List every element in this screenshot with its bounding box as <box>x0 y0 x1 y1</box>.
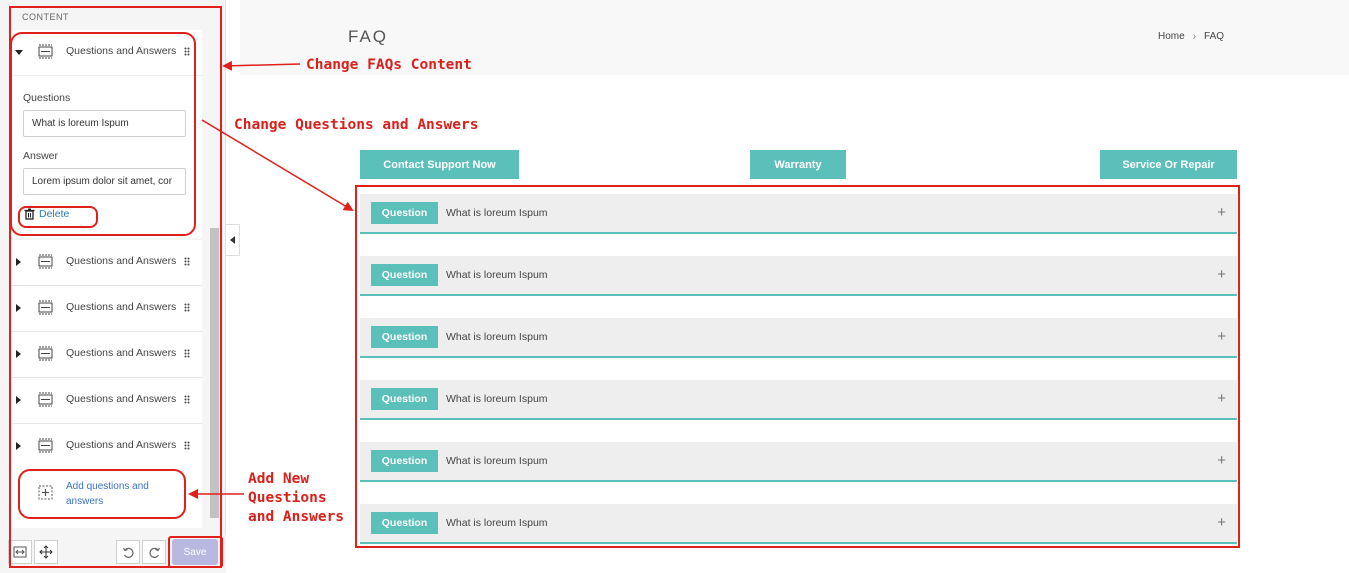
annotation-add-box <box>18 469 186 519</box>
annotation-change-faqs: Change FAQs Content <box>306 57 472 73</box>
breadcrumb-current: FAQ <box>1204 31 1225 42</box>
tab-service-repair[interactable]: Service Or Repair <box>1100 150 1237 179</box>
annotation-delete-box <box>18 206 98 228</box>
annotation-add-new-line: Add New <box>248 471 310 487</box>
annotation-add-new-line: Questions <box>248 490 327 506</box>
chevron-left-icon <box>230 236 235 244</box>
annotation-add-new-line: and Answers <box>248 509 345 525</box>
annotation-add-new: Add New Questions and Answers <box>248 470 344 527</box>
tab-contact-support[interactable]: Contact Support Now <box>360 150 519 179</box>
annotation-save-box <box>168 536 223 568</box>
breadcrumb: Home › FAQ <box>1158 31 1224 42</box>
tab-warranty[interactable]: Warranty <box>750 150 846 179</box>
page-title: FAQ <box>348 27 389 46</box>
annotation-change-qa: Change Questions and Answers <box>234 117 479 133</box>
breadcrumb-home[interactable]: Home <box>1158 31 1185 42</box>
collapse-sidebar-button[interactable] <box>226 224 240 256</box>
annotation-faq-list-box <box>355 185 1240 548</box>
breadcrumb-separator: › <box>1192 31 1197 42</box>
